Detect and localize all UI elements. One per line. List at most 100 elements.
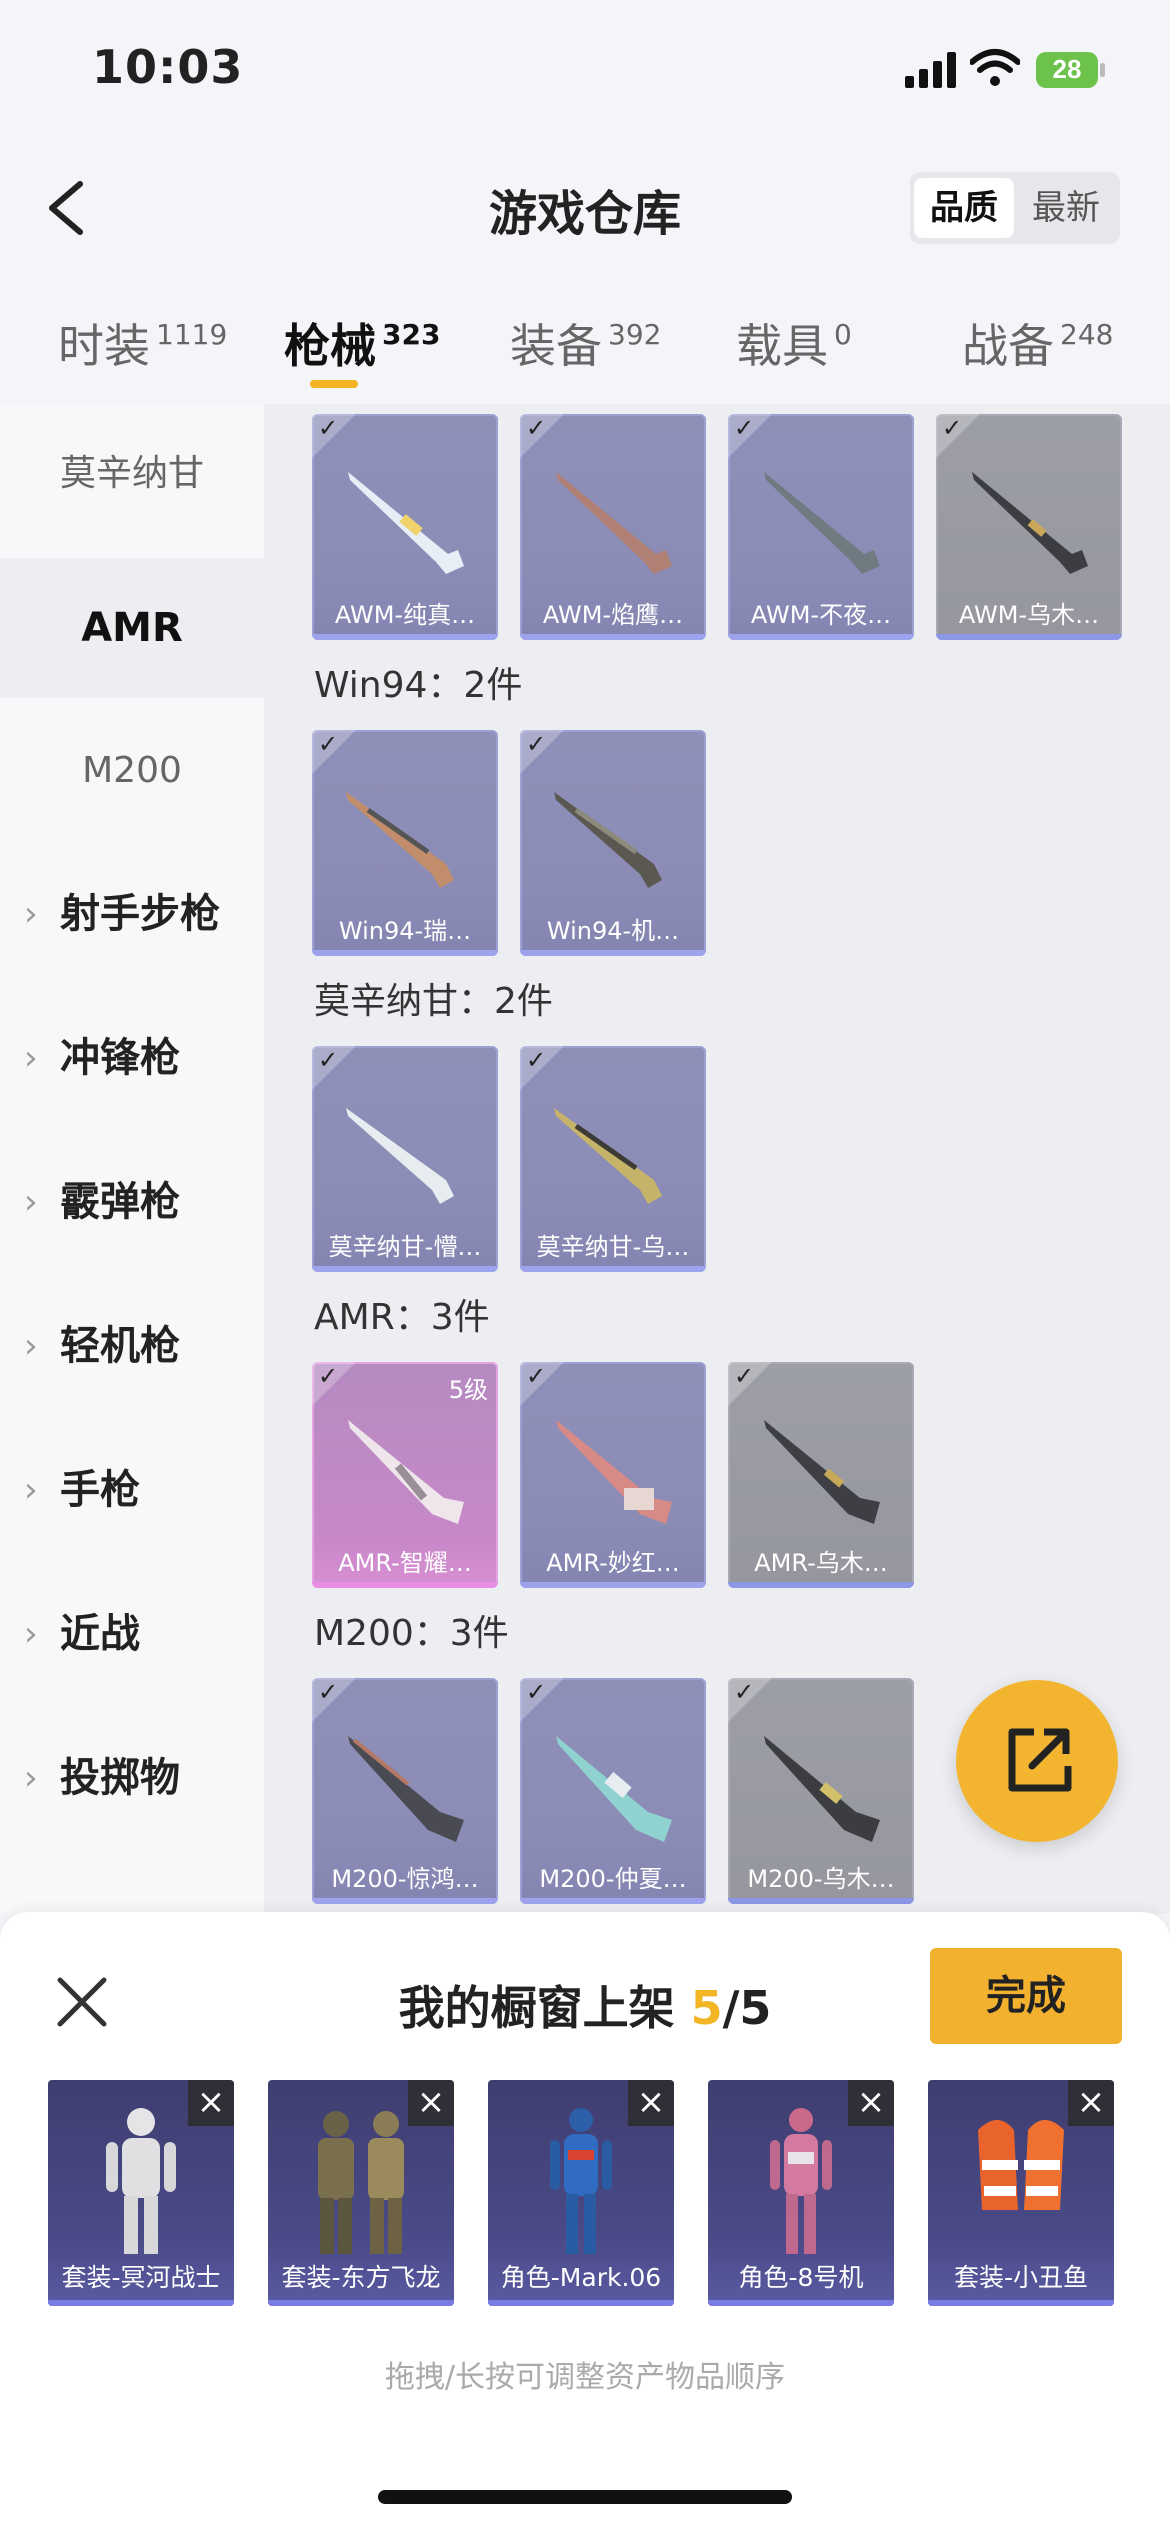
weapon-name: 莫辛纳甘-懵… xyxy=(328,1233,482,1261)
weapon-name: 莫辛纳甘-乌… xyxy=(536,1233,690,1261)
showcase-slot[interactable]: × 角色-Mark.06 xyxy=(488,2080,674,2306)
sidebar-category-throwable[interactable]: › 投掷物 xyxy=(0,1708,264,1848)
showcase-slot[interactable]: × 套装-东方飞龙 xyxy=(268,2080,454,2306)
check-icon: ✓ xyxy=(526,1046,547,1074)
sidebar-category-label: 手枪 xyxy=(60,1467,140,1513)
weapon-card[interactable]: ✓ AMR-妙红… xyxy=(520,1362,706,1588)
sidebar-item-m200[interactable]: M200 xyxy=(0,701,264,841)
weapon-card[interactable]: ✓ AMR-乌木… xyxy=(728,1362,914,1588)
tab-label: 时装 xyxy=(58,319,150,373)
remove-icon[interactable]: × xyxy=(628,2080,674,2126)
check-icon: ✓ xyxy=(942,414,963,442)
showcase-slot[interactable]: × 套装-小丑鱼 xyxy=(928,2080,1114,2306)
weapon-card[interactable]: ✓ M200-惊鸿… xyxy=(312,1678,498,1904)
weapon-card[interactable]: ✓ AWM-纯真… xyxy=(312,414,498,640)
rifle-image-icon xyxy=(554,1108,662,1204)
showcase-slot[interactable]: × 套装-冥河战士 xyxy=(48,2080,234,2306)
character-image-icon xyxy=(318,2111,404,2254)
check-icon: ✓ xyxy=(526,1678,547,1706)
rifle-image-icon xyxy=(556,1736,672,1842)
sidebar: 莫辛纳甘 AMR M200 › 射手步枪 › 冲锋枪 › 霰弹枪 › 轻机枪 › 手枪 ›… xyxy=(0,404,264,1914)
sidebar-category-lmg[interactable]: › 轻机枪 xyxy=(0,1276,264,1416)
home-indicator[interactable] xyxy=(378,2490,792,2504)
status-bar: 10:03 28 xyxy=(0,0,1170,140)
weapon-card[interactable]: ✓ M200-仲夏… xyxy=(520,1678,706,1904)
remove-icon[interactable]: × xyxy=(408,2080,454,2126)
sidebar-item-mosin[interactable]: 莫辛纳甘 xyxy=(0,404,264,544)
reorder-hint: 拖拽/长按可调整资产物品顺序 xyxy=(384,2360,786,2395)
tab-fashion[interactable]: 时装 1119 xyxy=(58,310,227,376)
rifle-image-icon xyxy=(554,792,662,888)
group-title: 莫辛纳甘：2件 xyxy=(314,981,553,1022)
remove-icon[interactable]: × xyxy=(848,2080,894,2126)
slot-name: 套装-小丑鱼 xyxy=(953,2263,1089,2292)
tab-label: 枪械 xyxy=(284,319,376,373)
tab-label: 载具 xyxy=(736,319,828,373)
tab-equipment[interactable]: 装备 392 xyxy=(510,310,661,376)
sheet-count: 5 xyxy=(690,1981,723,2035)
weapon-name: AMR-智耀… xyxy=(338,1549,472,1577)
weapon-name: M200-惊鸿… xyxy=(331,1865,479,1893)
rifle-image-icon xyxy=(348,1420,464,1524)
weapon-card[interactable]: ✓ Win94-机… xyxy=(520,730,706,956)
slot-name: 角色-Mark.06 xyxy=(500,2263,662,2292)
sidebar-category-pistol[interactable]: › 手枪 xyxy=(0,1420,264,1560)
check-icon: ✓ xyxy=(526,730,547,758)
tab-guns[interactable]: 枪械 323 xyxy=(284,310,440,376)
clock: 10:03 xyxy=(92,40,244,94)
weapon-card[interactable]: ✓ M200-乌木… xyxy=(728,1678,914,1904)
chevron-right-icon: › xyxy=(24,1470,38,1510)
chevron-right-icon: › xyxy=(24,1182,38,1222)
battery-icon: 28 xyxy=(1036,52,1108,90)
sidebar-category-smg[interactable]: › 冲锋枪 xyxy=(0,988,264,1128)
weapon-card[interactable]: ✓ 莫辛纳甘-乌… xyxy=(520,1046,706,1272)
sidebar-category-label: 近战 xyxy=(60,1611,140,1657)
category-tabs: 时装 1119 枪械 323 装备 392 载具 0 战备 248 xyxy=(0,300,1170,400)
chevron-right-icon: › xyxy=(24,1326,38,1366)
weapon-name: AWM-焰鹰… xyxy=(542,601,684,629)
weapon-card[interactable]: ✓ AWM-乌木… xyxy=(936,414,1122,640)
character-image-icon xyxy=(106,2108,176,2254)
weapon-card[interactable]: ✓ 5级 AMR-智耀… xyxy=(312,1362,498,1588)
remove-icon[interactable]: × xyxy=(188,2080,234,2126)
sort-newest-button[interactable]: 最新 xyxy=(1016,178,1116,238)
character-image-icon xyxy=(770,2108,832,2254)
share-button[interactable] xyxy=(956,1680,1118,1842)
weapon-card[interactable]: ✓ AWM-焰鹰… xyxy=(520,414,706,640)
sidebar-category-label: 射手步枪 xyxy=(60,891,220,937)
done-button[interactable]: 完成 xyxy=(930,1948,1122,2044)
showcase-sheet: 我的橱窗上架 5/5 完成 × 套装-冥河战士 × 套装-东方飞龙 × 角色-M… xyxy=(0,1912,1170,2532)
remove-icon[interactable]: × xyxy=(1068,2080,1114,2126)
sidebar-category-label: 霰弹枪 xyxy=(60,1179,180,1225)
weapon-name: AMR-乌木… xyxy=(754,1549,888,1577)
chevron-right-icon: › xyxy=(24,1038,38,1078)
sidebar-category-shotgun[interactable]: › 霰弹枪 xyxy=(0,1132,264,1272)
check-icon: ✓ xyxy=(526,414,547,442)
tab-supplies[interactable]: 战备 248 xyxy=(962,310,1113,376)
tab-count: 0 xyxy=(834,318,852,351)
tab-count: 1119 xyxy=(156,318,228,351)
check-icon: ✓ xyxy=(318,1362,339,1390)
weapon-card[interactable]: ✓ 莫辛纳甘-懵… xyxy=(312,1046,498,1272)
weapon-card[interactable]: ✓ AWM-不夜… xyxy=(728,414,914,640)
tab-label: 战备 xyxy=(962,319,1054,373)
chevron-right-icon: › xyxy=(24,1614,38,1654)
sheet-total: /5 xyxy=(722,1981,772,2035)
weapon-name: AWM-乌木… xyxy=(958,601,1100,629)
tab-vehicles[interactable]: 载具 0 xyxy=(736,310,852,376)
sidebar-category-dmr[interactable]: › 射手步枪 xyxy=(0,844,264,984)
weapon-card[interactable]: ✓ Win94-瑞… xyxy=(312,730,498,956)
slot-name: 套装-东方飞龙 xyxy=(281,2263,441,2292)
battery-level: 28 xyxy=(1052,54,1082,84)
check-icon: ✓ xyxy=(526,1362,547,1390)
sort-quality-button[interactable]: 品质 xyxy=(914,178,1014,238)
sidebar-category-melee[interactable]: › 近战 xyxy=(0,1564,264,1704)
tab-count: 248 xyxy=(1060,318,1114,351)
character-image-icon xyxy=(978,2120,1064,2210)
sidebar-item-amr[interactable]: AMR xyxy=(0,558,264,698)
showcase-slot[interactable]: × 角色-8号机 xyxy=(708,2080,894,2306)
rifle-image-icon xyxy=(972,472,1088,574)
level-badge: 5级 xyxy=(448,1376,488,1404)
check-icon: ✓ xyxy=(734,1678,755,1706)
character-image-icon xyxy=(550,2108,612,2254)
